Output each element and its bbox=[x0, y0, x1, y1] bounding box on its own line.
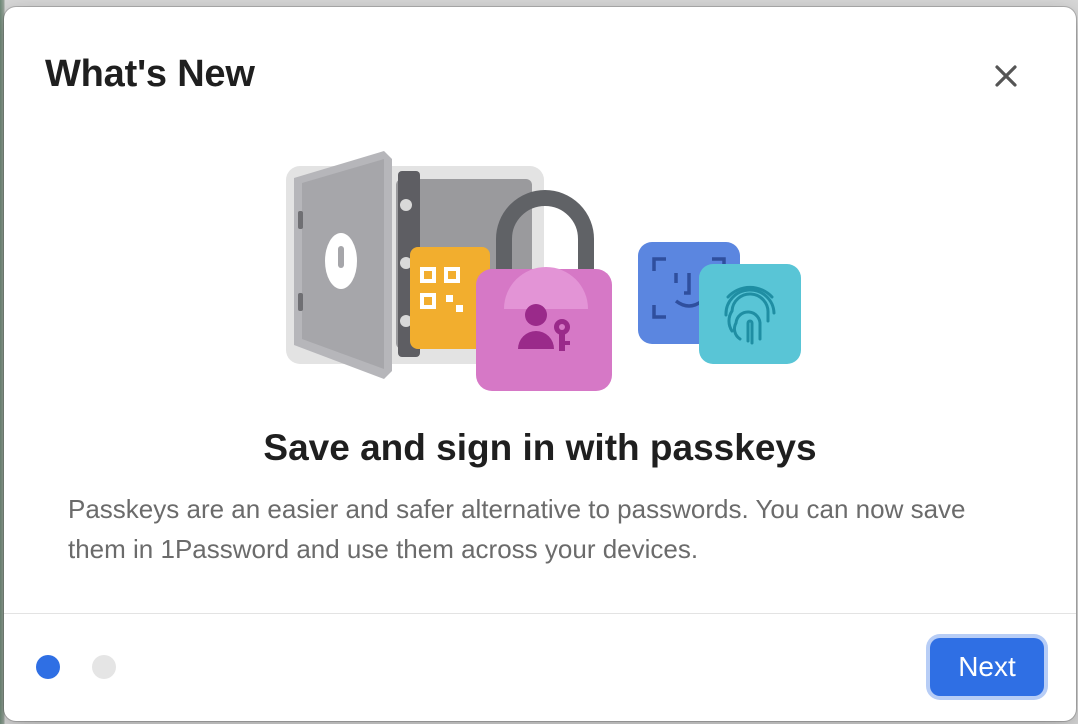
slide-headline: Save and sign in with passkeys bbox=[263, 427, 817, 468]
pagination-dots bbox=[36, 655, 116, 679]
next-button[interactable]: Next bbox=[930, 638, 1044, 696]
dialog-title: What's New bbox=[45, 53, 255, 95]
slide-description: Passkeys are an easier and safer alterna… bbox=[68, 494, 966, 564]
fingerprint-icon bbox=[699, 264, 801, 364]
whats-new-dialog: What's New Save and sign in with passkey… bbox=[4, 7, 1076, 721]
close-button[interactable] bbox=[988, 58, 1024, 94]
page-dot-1[interactable] bbox=[36, 655, 60, 679]
passkeys-illustration bbox=[286, 151, 801, 391]
close-icon bbox=[995, 65, 1017, 87]
page-dot-2[interactable] bbox=[92, 655, 116, 679]
footer-divider bbox=[4, 613, 1076, 614]
